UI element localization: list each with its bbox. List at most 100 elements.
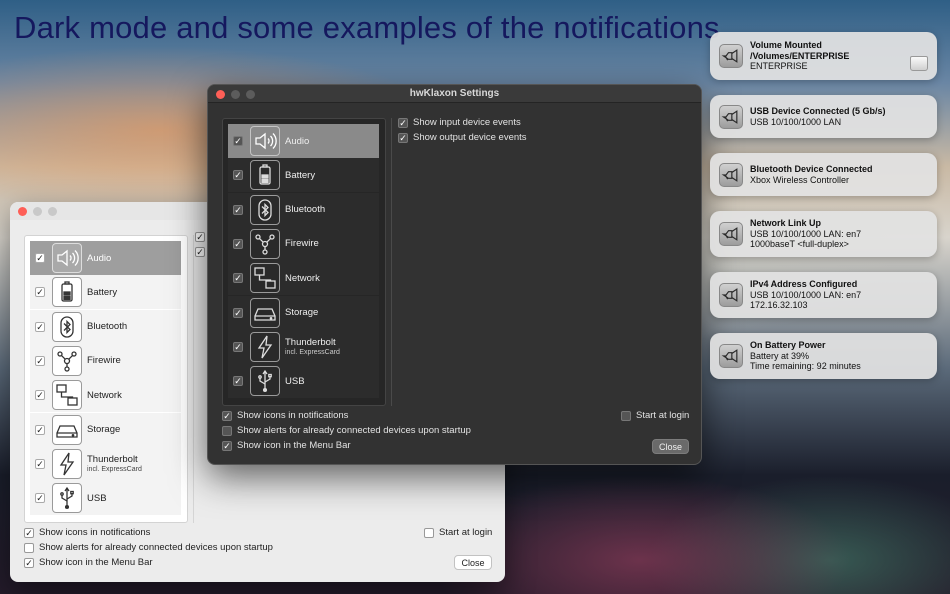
storage-checkbox[interactable]: ✓ [35,424,45,435]
show-alerts-label: Show alerts for already connected device… [237,425,471,436]
show-alerts-checkbox[interactable] [222,425,232,436]
output-events-option[interactable]: ✓ Show output device events [398,132,527,143]
sidebar-item-text: Audio [87,253,111,264]
audio-checkbox[interactable]: ✓ [35,253,45,263]
sidebar-item-audio[interactable]: ✓ Audio [228,124,379,158]
divider [193,235,194,523]
sidebar-item-battery[interactable]: ✓ Battery [30,275,181,310]
show-alerts-option[interactable]: Show alerts for already connected device… [24,542,273,553]
sidebar-item-thunderbolt[interactable]: ✓ Thunderbolt incl. ExpressCard [30,446,181,481]
start-login-label: Start at login [439,527,493,538]
usb-checkbox[interactable]: ✓ [35,493,45,504]
usb-icon [52,483,82,514]
zoom-window-button[interactable] [48,207,57,216]
notification-line: ENTERPRISE [750,61,808,72]
sidebar-item-network[interactable]: ✓ Network [228,261,379,296]
start-login-checkbox[interactable] [621,410,631,421]
notification-line: Battery at 39% [750,350,810,361]
start-login-option[interactable]: Start at login [621,410,689,421]
audio-checkbox[interactable]: ✓ [233,136,243,146]
hwklaxon-icon [719,44,743,68]
sidebar-item-firewire[interactable]: ✓ Firewire [228,226,379,261]
sidebar-item-text: Audio [285,136,309,147]
sidebar-item-bluetooth[interactable]: ✓ Bluetooth [30,309,181,344]
hwklaxon-icon [719,162,743,187]
show-menubar-option[interactable]: ✓ Show icon in the Menu Bar [24,557,153,568]
show-menubar-label: Show icon in the Menu Bar [39,557,153,568]
sidebar-item-thunderbolt[interactable]: ✓ Thunderbolt incl. ExpressCard [228,329,379,364]
notification-line: 1000baseT <full-duplex> [750,239,849,250]
storage-icon [52,414,82,445]
sidebar-item-label: Firewire [285,238,319,250]
sidebar-item-label: Battery [87,286,118,298]
usb-checkbox[interactable]: ✓ [233,376,243,387]
sidebar-item-storage[interactable]: ✓ Storage [228,295,379,330]
thunderbolt-checkbox[interactable]: ✓ [233,341,243,352]
notification[interactable]: Network Link Up USB 10/100/1000 LAN: en7 1… [710,211,937,257]
show-icons-option[interactable]: ✓ Show icons in notifications [24,527,150,538]
sidebar-item-audio[interactable]: ✓ Audio [30,241,181,275]
sidebar-item-bluetooth[interactable]: ✓ Bluetooth [228,192,379,227]
hwklaxon-icon [719,283,743,307]
network-checkbox[interactable]: ✓ [35,390,45,401]
input-events-option[interactable]: ✓ Show input device events [398,117,521,128]
output-events-checkbox[interactable]: ✓ [195,247,205,257]
show-menubar-checkbox[interactable]: ✓ [222,440,232,451]
start-login-checkbox[interactable] [424,527,434,538]
storage-checkbox[interactable]: ✓ [233,307,243,318]
network-icon [52,380,82,411]
show-icons-checkbox[interactable]: ✓ [24,527,34,538]
notification-text: USB Device Connected (5 Gb/s) USB 10/100/… [750,106,911,127]
sidebar-item-text: Storage [285,307,318,318]
show-menubar-checkbox[interactable]: ✓ [24,557,34,568]
notification-line: /Volumes/ENTERPRISE [750,50,850,61]
bluetooth-checkbox[interactable]: ✓ [35,321,45,332]
show-menubar-option[interactable]: ✓ Show icon in the Menu Bar [222,440,351,451]
firewire-checkbox[interactable]: ✓ [35,355,45,366]
notification-title: USB Device Connected (5 Gb/s) [750,106,886,116]
close-button[interactable]: Close [652,439,689,454]
thunderbolt-icon [52,448,82,479]
sidebar-item-label: Thunderbolt [87,454,138,466]
notification[interactable]: USB Device Connected (5 Gb/s) USB 10/100/… [710,95,937,138]
show-icons-checkbox[interactable]: ✓ [222,410,232,421]
input-events-checkbox[interactable]: ✓ [195,232,205,242]
traffic-lights [18,207,57,216]
sidebar-item-battery[interactable]: ✓ Battery [228,158,379,193]
minimize-window-button[interactable] [33,207,42,216]
sidebar-item-usb[interactable]: ✓ USB [228,364,379,399]
notification[interactable]: Volume Mounted/Volumes/ENTERPRISE ENTERPR… [710,32,937,80]
input-events-label: Show input device events [413,117,521,128]
firewire-checkbox[interactable]: ✓ [233,238,243,249]
show-alerts-checkbox[interactable] [24,542,34,553]
close-window-button[interactable] [18,207,27,216]
notification[interactable]: Bluetooth Device Connected Xbox Wireless … [710,153,937,196]
start-login-option[interactable]: Start at login [424,527,492,538]
notification-line: USB 10/100/1000 LAN: en7 [750,289,862,300]
output-events-checkbox[interactable]: ✓ [398,132,408,143]
battery-checkbox[interactable]: ✓ [233,170,243,181]
sidebar-item-storage[interactable]: ✓ Storage [30,412,181,447]
battery-checkbox[interactable]: ✓ [35,287,45,298]
bluetooth-checkbox[interactable]: ✓ [233,204,243,215]
notification[interactable]: On Battery Power Battery at 39% Time remai… [710,333,937,379]
device-sidebar: ✓ Audio ✓ Battery ✓ Bluetooth ✓ Firewire ✓ Networ… [24,235,188,523]
sidebar-item-network[interactable]: ✓ Network [30,378,181,413]
sidebar-item-label: Network [285,272,320,284]
divider [391,118,392,406]
close-button[interactable]: Close [454,555,492,570]
notification[interactable]: IPv4 Address Configured USB 10/100/1000 L… [710,272,937,318]
input-events-checkbox[interactable]: ✓ [398,117,408,128]
hwklaxon-icon [719,222,743,246]
show-alerts-option[interactable]: Show alerts for already connected device… [222,425,471,436]
notification-text: IPv4 Address Configured USB 10/100/1000 L… [750,279,911,311]
notification-text: On Battery Power Battery at 39% Time remai… [750,340,911,372]
sidebar-item-text: Bluetooth [87,321,127,332]
firewire-icon [52,345,82,376]
sidebar-item-firewire[interactable]: ✓ Firewire [30,343,181,378]
sidebar-item-label: Network [87,389,122,401]
sidebar-item-usb[interactable]: ✓ USB [30,481,181,516]
thunderbolt-checkbox[interactable]: ✓ [35,458,45,469]
show-icons-option[interactable]: ✓ Show icons in notifications [222,410,348,421]
network-checkbox[interactable]: ✓ [233,273,243,284]
